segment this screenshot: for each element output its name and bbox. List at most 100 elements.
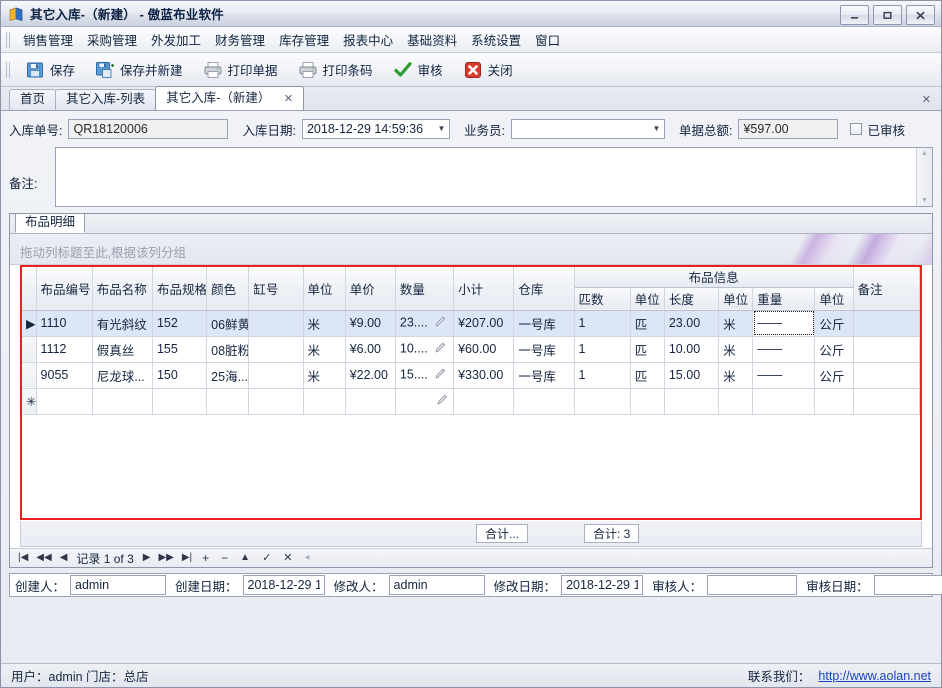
nav-edit-button[interactable]: ▲ [234, 553, 256, 563]
cell-remark[interactable] [853, 336, 919, 362]
menu-item-reports[interactable]: 报表中心 [336, 26, 400, 53]
modifier-input[interactable] [389, 575, 485, 595]
fabric-detail-grid[interactable]: 布品编号 布品名称 布品规格 颜色 缸号 单位 单价 数量 小计 仓库 布品信息… [20, 265, 922, 520]
menu-item-inventory[interactable]: 库存管理 [272, 26, 336, 53]
cell-subtotal[interactable]: ¥207.00 [454, 310, 514, 336]
cell-pieces[interactable]: 1 [574, 336, 630, 362]
cell-weight-unit[interactable]: 公斤 [815, 336, 853, 362]
menu-item-window[interactable]: 窗口 [528, 26, 567, 53]
close-button[interactable] [906, 5, 935, 25]
cell-unit[interactable] [303, 388, 345, 414]
cell-vat-number[interactable] [249, 310, 303, 336]
cell-quantity[interactable]: 10.... [395, 336, 453, 362]
col-unit[interactable]: 单位 [303, 267, 345, 310]
cell-length[interactable]: 23.00 [664, 310, 718, 336]
col-quantity[interactable]: 数量 [395, 267, 453, 310]
cell-length-unit[interactable]: 米 [719, 362, 753, 388]
nav-first-button[interactable]: |◀ [14, 553, 32, 563]
cell-fabric-name[interactable]: 尼龙球... [92, 362, 152, 388]
cell-subtotal[interactable]: ¥60.00 [454, 336, 514, 362]
cell-fabric-name[interactable] [92, 388, 152, 414]
cell-color[interactable]: 08脏粉 [207, 336, 249, 362]
cell-weight-unit[interactable]: 公斤 [815, 362, 853, 388]
cell-pieces[interactable] [574, 388, 630, 414]
menu-item-sales[interactable]: 销售管理 [16, 26, 80, 53]
col-price[interactable]: 单价 [345, 267, 395, 310]
checkbox-box-icon[interactable] [850, 123, 862, 135]
order-no-input[interactable] [68, 119, 228, 139]
nav-next-button[interactable]: ▶ [139, 553, 155, 563]
cell-pieces-unit[interactable]: 匹 [630, 362, 664, 388]
tab-home[interactable]: 首页 [9, 89, 56, 110]
menu-item-purchase[interactable]: 采购管理 [80, 26, 144, 53]
cell-subtotal[interactable]: ¥330.00 [454, 362, 514, 388]
col-weight[interactable]: 重量 [753, 287, 815, 310]
cell-quantity[interactable]: 15.... [395, 362, 453, 388]
nav-prev-button[interactable]: ◀ [56, 553, 72, 563]
cell-fabric-name[interactable]: 假真丝 [92, 336, 152, 362]
tab-other-inbound-list[interactable]: 其它入库-列表 [55, 89, 156, 110]
nav-last-button[interactable]: ▶| [178, 553, 196, 563]
cell-fabric-name[interactable]: 有光斜纹 [92, 310, 152, 336]
nav-prev-page-button[interactable]: ◀◀ [32, 553, 55, 563]
cell-color[interactable]: 06鲜黄 [207, 310, 249, 336]
cell-warehouse[interactable]: 一号库 [514, 362, 574, 388]
close-form-button[interactable]: 关闭 [454, 56, 522, 84]
cell-subtotal[interactable] [454, 388, 514, 414]
audit-button[interactable]: 审核 [384, 56, 452, 84]
scroll-down-icon[interactable]: ▼ [921, 195, 928, 206]
edit-pencil-icon[interactable] [436, 393, 449, 409]
auditor-input[interactable] [707, 575, 797, 595]
inbound-date-input[interactable] [302, 119, 450, 139]
cell-remark[interactable] [853, 362, 919, 388]
maximize-button[interactable] [873, 5, 902, 25]
cell-vat-number[interactable] [249, 362, 303, 388]
col-fabric-code[interactable]: 布品编号 [36, 267, 92, 310]
audited-checkbox[interactable]: 已审核 [850, 120, 905, 139]
nav-cancel-button[interactable]: ✕ [277, 553, 298, 564]
nav-overflow-icon[interactable]: ◂ [299, 553, 316, 563]
cell-fabric-spec[interactable] [152, 388, 206, 414]
close-all-tabs-icon[interactable]: ✕ [922, 93, 931, 106]
cell-warehouse[interactable]: 一号库 [514, 336, 574, 362]
cell-price[interactable]: ¥9.00 [345, 310, 395, 336]
cell-price[interactable]: ¥6.00 [345, 336, 395, 362]
cell-remark[interactable] [853, 310, 919, 336]
cell-remark[interactable] [853, 388, 919, 414]
cell-pieces[interactable]: 1 [574, 362, 630, 388]
cell-length-unit[interactable] [719, 388, 753, 414]
col-pieces[interactable]: 匹数 [574, 287, 630, 310]
cell-color[interactable]: 25海... [207, 362, 249, 388]
nav-add-button[interactable]: + [196, 552, 215, 564]
cell-warehouse[interactable] [514, 388, 574, 414]
scroll-up-icon[interactable]: ▲ [921, 148, 928, 159]
table-row[interactable]: 1112 假真丝 155 08脏粉 米 ¥6.00 10.... [22, 336, 920, 362]
menu-item-basic-data[interactable]: 基础资料 [400, 26, 464, 53]
save-button[interactable]: 保存 [16, 56, 84, 84]
cell-fabric-code[interactable]: 1112 [36, 336, 92, 362]
cell-weight[interactable]: —— [753, 310, 815, 336]
cell-fabric-code[interactable]: 1110 [36, 310, 92, 336]
memo-textarea[interactable]: ▲ ▼ [55, 147, 933, 207]
col-weight-unit[interactable]: 单位 [815, 287, 853, 310]
save-and-new-button[interactable]: 保存并新建 [86, 56, 192, 84]
cell-weight[interactable]: —— [753, 336, 815, 362]
col-fabric-spec[interactable]: 布品规格 [152, 267, 206, 310]
edit-pencil-icon[interactable] [434, 315, 447, 331]
cell-weight[interactable]: —— [753, 362, 815, 388]
cell-quantity[interactable]: 23.... [395, 310, 453, 336]
cell-length-unit[interactable]: 米 [719, 336, 753, 362]
nav-post-button[interactable]: ✓ [256, 553, 277, 564]
cell-length-unit[interactable]: 米 [719, 310, 753, 336]
cell-fabric-spec[interactable]: 150 [152, 362, 206, 388]
col-remark[interactable]: 备注 [853, 267, 919, 310]
menu-item-outsourcing[interactable]: 外发加工 [144, 26, 208, 53]
sum-button[interactable]: 合计... [476, 524, 528, 543]
modify-date-input[interactable] [561, 575, 643, 595]
menu-item-finance[interactable]: 财务管理 [208, 26, 272, 53]
nav-next-page-button[interactable]: ▶▶ [154, 553, 177, 563]
contact-link[interactable]: http://www.aolan.net [818, 669, 931, 683]
cell-quantity[interactable] [395, 388, 453, 414]
tab-fabric-detail[interactable]: 布品明细 [15, 213, 85, 233]
cell-fabric-code[interactable] [36, 388, 92, 414]
